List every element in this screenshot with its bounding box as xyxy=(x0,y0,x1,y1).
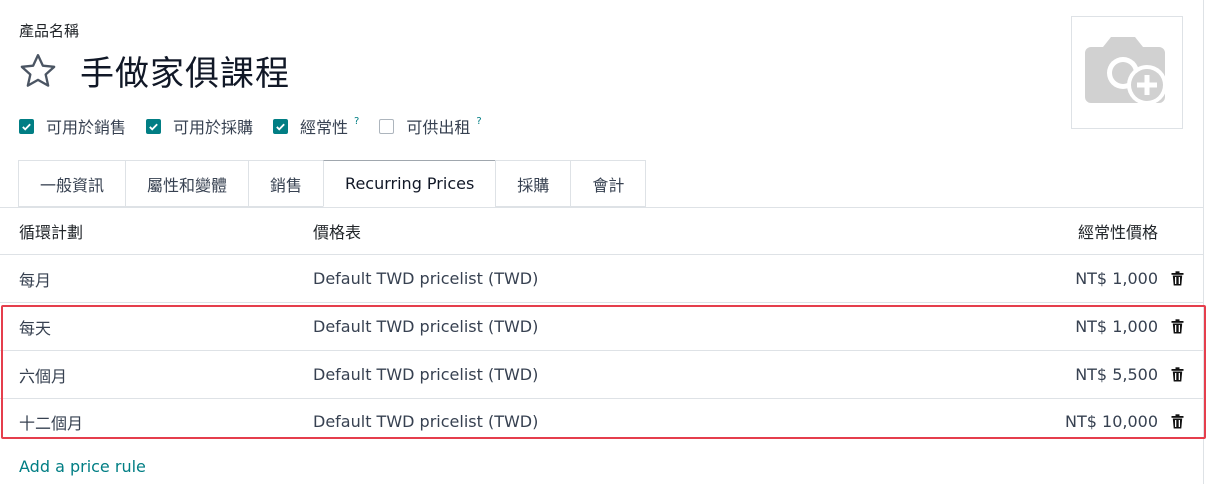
option-recurring[interactable]: 經常性 ? xyxy=(273,114,359,138)
table-row[interactable]: 六個月 Default TWD pricelist (TWD) NT$ 5,50… xyxy=(0,351,1203,399)
camera-plus-icon xyxy=(1085,36,1167,105)
pricelist-cell[interactable]: Default TWD pricelist (TWD) xyxy=(313,303,538,350)
pricelist-cell[interactable]: Default TWD pricelist (TWD) xyxy=(313,398,538,445)
trash-icon xyxy=(1171,319,1184,334)
plan-cell[interactable]: 六個月 xyxy=(19,351,67,398)
price-cell[interactable]: NT$ 5,500 xyxy=(1075,351,1158,398)
trash-icon xyxy=(1171,271,1184,286)
table-header: 循環計劃 價格表 經常性價格 xyxy=(0,208,1203,255)
option-label: 經常性 xyxy=(300,118,349,137)
checkbox-purchasable[interactable] xyxy=(146,118,162,134)
price-cell[interactable]: NT$ 1,000 xyxy=(1075,303,1158,350)
tab-attributes-variants[interactable]: 屬性和變體 xyxy=(125,160,249,207)
tab-accounting[interactable]: 會計 xyxy=(570,160,647,207)
form-right-border xyxy=(1203,0,1204,484)
delete-row-button[interactable] xyxy=(1171,303,1184,350)
tab-general-info[interactable]: 一般資訊 xyxy=(18,160,126,207)
pricelist-cell[interactable]: Default TWD pricelist (TWD) xyxy=(313,255,538,302)
table-row[interactable]: 十二個月 Default TWD pricelist (TWD) NT$ 10,… xyxy=(0,398,1203,445)
trash-icon xyxy=(1171,367,1184,382)
help-tooltip-icon[interactable]: ? xyxy=(354,116,359,127)
checkbox-recurring[interactable] xyxy=(273,118,289,134)
option-label: 可供出租 xyxy=(406,118,471,137)
delete-row-button[interactable] xyxy=(1171,351,1184,398)
product-options: 可用於銷售 可用於採購 經常性 ? 可供出租 ? xyxy=(19,114,502,138)
column-header-plan[interactable]: 循環計劃 xyxy=(19,208,83,254)
plan-cell[interactable]: 十二個月 xyxy=(19,398,83,445)
price-cell[interactable]: NT$ 1,000 xyxy=(1075,255,1158,302)
checkbox-saleable[interactable] xyxy=(19,118,34,134)
trash-icon xyxy=(1171,414,1184,429)
price-cell[interactable]: NT$ 10,000 xyxy=(1065,398,1158,445)
delete-row-button[interactable] xyxy=(1171,398,1184,445)
tab-sales[interactable]: 銷售 xyxy=(248,160,324,207)
help-tooltip-icon[interactable]: ? xyxy=(476,116,481,127)
product-name-label: 產品名稱 xyxy=(19,22,80,40)
column-header-price[interactable]: 經常性價格 xyxy=(1078,208,1158,254)
plan-cell[interactable]: 每天 xyxy=(19,303,51,350)
check-icon xyxy=(149,123,158,131)
option-label: 可用於採購 xyxy=(173,118,254,137)
option-purchasable[interactable]: 可用於採購 xyxy=(146,114,253,138)
table-row[interactable]: 每月 Default TWD pricelist (TWD) NT$ 1,000 xyxy=(0,255,1203,303)
check-icon xyxy=(276,123,285,131)
tab-recurring-prices[interactable]: Recurring Prices xyxy=(323,160,496,207)
option-rentable[interactable]: 可供出租 ? xyxy=(379,114,482,138)
column-header-pricelist[interactable]: 價格表 xyxy=(313,208,361,254)
pricelist-cell[interactable]: Default TWD pricelist (TWD) xyxy=(313,351,538,398)
option-saleable[interactable]: 可用於銷售 xyxy=(19,114,126,138)
product-name-field[interactable]: 手做家俱課程 xyxy=(80,46,290,95)
add-price-rule-link[interactable]: Add a price rule xyxy=(19,457,146,476)
check-icon xyxy=(22,123,31,131)
option-label: 可用於銷售 xyxy=(46,118,127,137)
notebook-tabs: 一般資訊 屬性和變體 銷售 Recurring Prices 採購 會計 xyxy=(18,160,647,207)
checkbox-rentable[interactable] xyxy=(379,118,395,134)
title-row: 手做家俱課程 xyxy=(18,46,290,95)
star-icon[interactable] xyxy=(18,51,58,91)
product-image-upload[interactable] xyxy=(1071,16,1183,129)
table-row[interactable]: 每天 Default TWD pricelist (TWD) NT$ 1,000 xyxy=(0,303,1203,351)
plan-cell[interactable]: 每月 xyxy=(19,255,51,302)
tab-purchase[interactable]: 採購 xyxy=(495,160,571,207)
delete-row-button[interactable] xyxy=(1171,255,1184,302)
